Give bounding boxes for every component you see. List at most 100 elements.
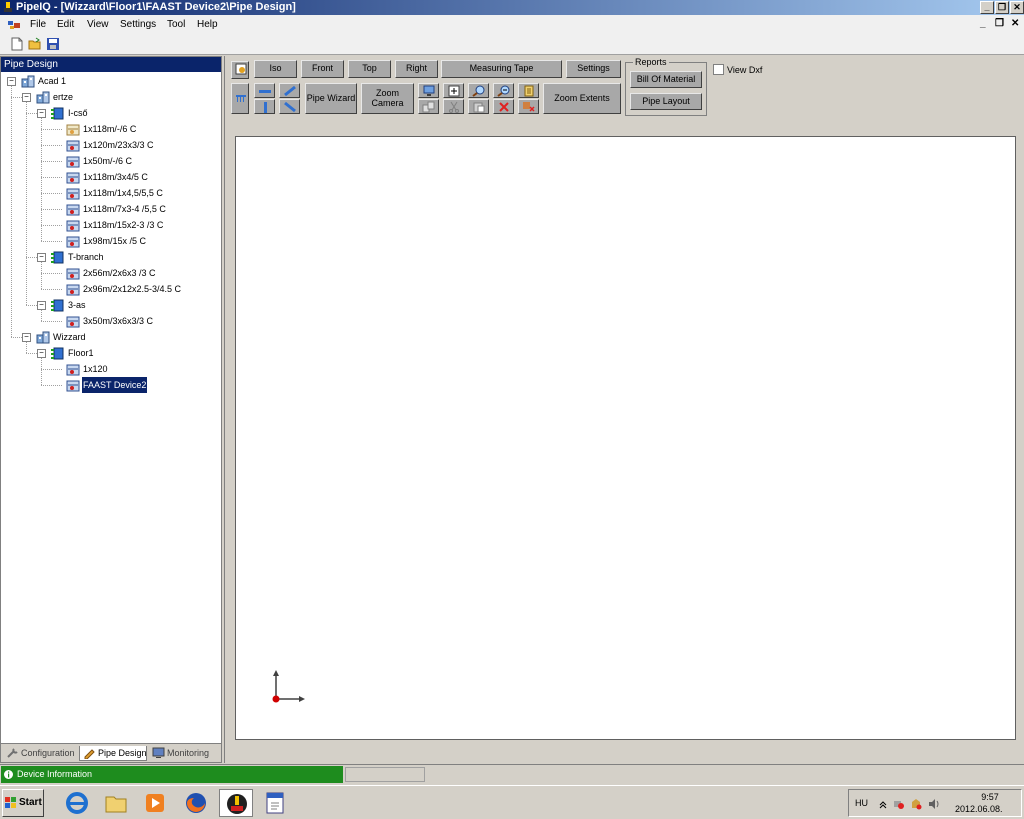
menu-edit[interactable]: Edit xyxy=(57,19,74,30)
save-icon[interactable] xyxy=(46,37,60,51)
monitor-view-button[interactable] xyxy=(418,83,439,98)
tab-pipe-design[interactable]: Pipe Design xyxy=(79,746,147,761)
right-view-button[interactable]: Right xyxy=(395,60,438,78)
open-folder-icon[interactable] xyxy=(28,37,42,51)
tree-node[interactable]: 1x118m/-/6 C xyxy=(52,121,211,137)
tree-collapse-toggle[interactable]: − xyxy=(22,93,31,102)
diagonal-pipe-button[interactable] xyxy=(279,83,300,98)
vertical-pipe-button[interactable] xyxy=(254,99,275,114)
zoom-extents-button[interactable]: Zoom Extents xyxy=(543,83,621,114)
taskbar-file-explorer[interactable] xyxy=(99,789,133,817)
action-center-icon[interactable] xyxy=(910,798,922,810)
tree-node[interactable]: 1x120m/23x3/3 C xyxy=(52,137,211,153)
add-node-button[interactable] xyxy=(443,83,464,98)
tree-node[interactable]: 2x56m/2x6x3 /3 C xyxy=(52,265,211,281)
measuring-tape-button[interactable]: Measuring Tape xyxy=(441,60,562,78)
pipe-grid-icon xyxy=(236,95,246,102)
show-hidden-icons-icon[interactable] xyxy=(877,798,889,810)
device-information-status[interactable]: Device Information xyxy=(1,766,343,783)
tree-node[interactable]: − Acad 1 xyxy=(7,73,211,89)
view-settings-button[interactable] xyxy=(231,61,249,79)
site-tree[interactable]: − Acad 1− ertze − I-cső 1x118m/-/6 C 1x120m/23… xyxy=(1,72,221,740)
tree-collapse-toggle[interactable]: − xyxy=(37,109,46,118)
copy-button[interactable] xyxy=(418,99,439,114)
tree-node[interactable]: − T-branch xyxy=(37,249,211,265)
delete-all-button[interactable] xyxy=(518,99,539,114)
mdi-restore-button[interactable]: ❐ xyxy=(995,18,1004,29)
tab-monitoring[interactable]: Monitoring xyxy=(149,746,213,761)
tree-collapse-toggle[interactable]: − xyxy=(37,301,46,310)
cut-button[interactable] xyxy=(443,99,464,114)
menu-file[interactable]: File xyxy=(30,19,46,30)
tree-node[interactable]: − Wizzard xyxy=(22,329,211,345)
view-dxf-checkbox-box[interactable] xyxy=(713,64,724,76)
device-icon xyxy=(66,379,80,392)
tree-node[interactable]: 1x120 xyxy=(52,361,211,377)
taskbar-internet-explorer[interactable] xyxy=(60,789,94,817)
menu-help[interactable]: Help xyxy=(197,19,218,30)
tree-node[interactable]: − ertze xyxy=(22,89,211,105)
horizontal-pipe-icon xyxy=(259,90,271,93)
tree-collapse-toggle[interactable]: − xyxy=(7,77,16,86)
tree-node[interactable]: − I-cső xyxy=(37,105,211,121)
building-icon xyxy=(36,91,50,104)
menu-settings[interactable]: Settings xyxy=(120,19,156,30)
start-button[interactable]: Start xyxy=(2,789,44,817)
window-minimize-button[interactable]: _ xyxy=(980,1,994,14)
mdi-close-button[interactable]: ✕ xyxy=(1011,18,1019,29)
tree-node[interactable]: 1x50m/-/6 C xyxy=(52,153,211,169)
bill-of-material-button[interactable]: Bill Of Material xyxy=(630,71,702,88)
top-view-button[interactable]: Top xyxy=(348,60,391,78)
tree-node[interactable]: − 3-as xyxy=(37,297,211,313)
clock-time[interactable]: 9:57 xyxy=(970,792,1010,802)
device-icon xyxy=(66,219,80,232)
zoom-out-button[interactable] xyxy=(493,83,514,98)
new-document-icon[interactable] xyxy=(10,37,24,51)
iso-view-button[interactable]: Iso xyxy=(254,60,297,78)
network-error-icon[interactable] xyxy=(893,798,905,810)
tree-node[interactable]: 1x98m/15x /5 C xyxy=(52,233,211,249)
design-canvas[interactable] xyxy=(235,136,1016,740)
front-view-button[interactable]: Front xyxy=(301,60,344,78)
volume-icon[interactable] xyxy=(928,798,940,810)
delete-button[interactable] xyxy=(493,99,514,114)
firefox-icon xyxy=(186,793,206,813)
menu-tool[interactable]: Tool xyxy=(167,19,185,30)
mdi-minimize-button[interactable]: _ xyxy=(980,18,986,29)
wrench-icon xyxy=(7,748,18,758)
pipe-tool-grid-button[interactable] xyxy=(231,83,249,114)
tree-node[interactable]: 2x96m/2x12x2.5-3/4.5 C xyxy=(52,281,211,297)
tree-collapse-toggle[interactable]: − xyxy=(22,333,31,342)
taskbar-firefox[interactable] xyxy=(179,789,213,817)
tree-node[interactable]: 1x118m/15x2-3 /3 C xyxy=(52,217,211,233)
horizontal-pipe-button[interactable] xyxy=(254,83,275,98)
window-close-button[interactable]: ✕ xyxy=(1010,1,1024,14)
clock-date[interactable]: 2012.06.08. xyxy=(955,804,1003,814)
zoom-in-button[interactable] xyxy=(468,83,489,98)
taskbar-media-player[interactable] xyxy=(138,789,172,817)
menu-view[interactable]: View xyxy=(87,19,109,30)
language-indicator[interactable]: HU xyxy=(855,798,868,808)
mdi-system-menu-icon[interactable] xyxy=(8,19,20,30)
pipe-wizard-button[interactable]: Pipe Wizard xyxy=(305,83,357,114)
tab-configuration[interactable]: Configuration xyxy=(3,746,79,761)
pipe-layout-button[interactable]: Pipe Layout xyxy=(630,93,702,110)
tree-node[interactable]: FAAST Device2 xyxy=(52,377,211,393)
diagonal-pipe-icon xyxy=(284,85,296,97)
tree-node[interactable]: 1x118m/1x4,5/5,5 C xyxy=(52,185,211,201)
settings-button[interactable]: Settings xyxy=(566,60,621,78)
tree-node[interactable]: 3x50m/3x6x3/3 C xyxy=(52,313,211,329)
paste-button[interactable] xyxy=(468,99,489,114)
taskbar-pipeiq[interactable] xyxy=(219,789,253,817)
tree-collapse-toggle[interactable]: − xyxy=(37,253,46,262)
tree-node[interactable]: − Floor1 xyxy=(37,345,211,361)
tree-node[interactable]: 1x118m/3x4/5 C xyxy=(52,169,211,185)
tree-collapse-toggle[interactable]: − xyxy=(37,349,46,358)
tree-node[interactable]: 1x118m/7x3-4 /5,5 C xyxy=(52,201,211,217)
zoom-camera-button[interactable]: Zoom Camera xyxy=(361,83,414,114)
taskbar-document-app[interactable] xyxy=(258,789,292,817)
view-dxf-checkbox[interactable]: View Dxf xyxy=(713,64,762,77)
window-restore-button[interactable]: ❐ xyxy=(995,1,1009,14)
reverse-diagonal-pipe-button[interactable] xyxy=(279,99,300,114)
notes-button[interactable] xyxy=(518,83,539,98)
